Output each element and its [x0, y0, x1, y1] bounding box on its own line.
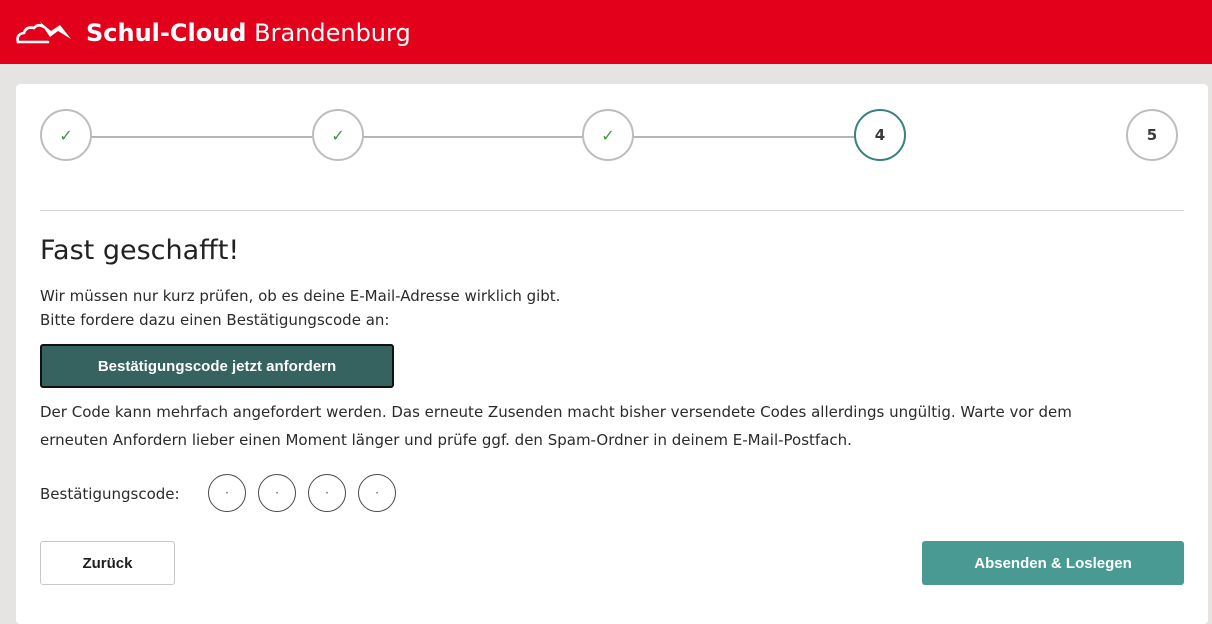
code-label: Bestätigungscode:: [40, 485, 180, 503]
step-3-complete: ✓: [582, 109, 634, 161]
request-code-button[interactable]: Bestätigungscode jetzt anfordern: [40, 344, 394, 388]
step-connector: [632, 136, 854, 138]
code-digit-3-input[interactable]: [308, 474, 346, 512]
cloud-bird-logo-icon[interactable]: [14, 12, 74, 48]
brand-region: Brandenburg: [254, 19, 411, 47]
code-digit-4-input[interactable]: [358, 474, 396, 512]
code-note-line-1: Der Code kann mehrfach angefordert werde…: [40, 403, 1072, 421]
progress-stepper: ✓ ✓ ✓ 4 5: [40, 109, 1184, 165]
code-digit-2-input[interactable]: [258, 474, 296, 512]
step-connector: [90, 136, 312, 138]
submit-button[interactable]: Absenden & Loslegen: [922, 541, 1184, 585]
brand-name: Schul-Cloud: [86, 19, 247, 47]
step-4-active: 4: [854, 109, 906, 161]
section-divider: [40, 210, 1184, 211]
app-header: Schul-Cloud Brandenburg: [0, 0, 1212, 64]
code-note-line-2: erneuten Anfordern lieber einen Moment l…: [40, 431, 852, 449]
intro-text-line-2: Bitte fordere dazu einen Bestätigungscod…: [40, 311, 390, 329]
page-title: Fast geschafft!: [40, 235, 240, 266]
step-1-complete: ✓: [40, 109, 92, 161]
step-connector: [362, 136, 582, 138]
intro-text-line-1: Wir müssen nur kurz prüfen, ob es deine …: [40, 287, 561, 305]
code-digit-1-input[interactable]: [208, 474, 246, 512]
step-5-pending: 5: [1126, 109, 1178, 161]
back-button[interactable]: Zurück: [40, 541, 175, 585]
step-2-complete: ✓: [312, 109, 364, 161]
brand-title[interactable]: Schul-Cloud Brandenburg: [86, 19, 411, 47]
